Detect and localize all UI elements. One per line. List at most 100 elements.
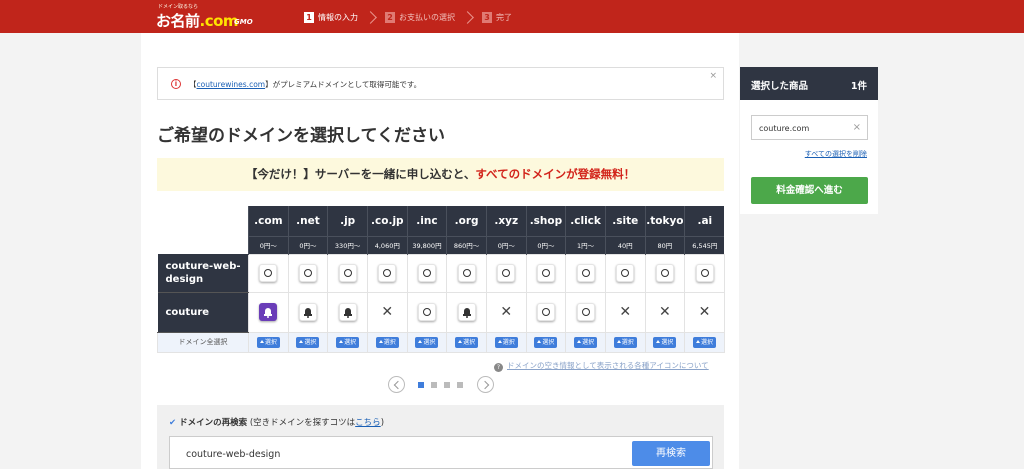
unavailable-x-icon: ✕	[659, 304, 671, 320]
research-input[interactable]: couture-web-design 再検索	[169, 436, 713, 469]
available-circle-icon[interactable]	[298, 264, 317, 282]
page-title: ご希望のドメインを選択してください	[157, 126, 445, 146]
check-icon: ✔	[169, 418, 177, 428]
remove-icon[interactable]: ×	[853, 122, 861, 133]
tld-header: .tokyo	[644, 206, 685, 236]
availability-cell	[446, 291, 487, 333]
available-circle-icon[interactable]	[338, 264, 357, 282]
available-circle-icon[interactable]	[695, 264, 714, 282]
select-column-button[interactable]: 選択	[693, 336, 717, 348]
select-column-button[interactable]: 選択	[574, 336, 598, 348]
promo-highlight: すべてのドメインが登録無料！	[475, 167, 636, 181]
tld-header: .inc	[406, 206, 447, 236]
available-circle-icon[interactable]	[497, 264, 516, 282]
info-icon: i	[171, 79, 181, 89]
select-button-label: 選択	[423, 338, 436, 346]
select-column-button[interactable]: 選択	[494, 336, 518, 348]
cart-title: 選択した商品	[751, 81, 809, 92]
select-column-button[interactable]: 選択	[256, 336, 280, 348]
availability-cell	[485, 253, 527, 293]
page-dot-4[interactable]	[457, 382, 463, 388]
unavailable-x-icon: ✕	[500, 304, 513, 320]
select-button-label: 選択	[582, 338, 595, 346]
page-dot-3[interactable]	[444, 382, 450, 388]
proceed-button[interactable]: 料金確認へ進む	[751, 177, 868, 204]
next-page-button[interactable]	[477, 376, 494, 393]
step-3-label: 完了	[496, 12, 512, 22]
logo-dotcom: .com	[199, 12, 239, 30]
cart-item: couture.com ×	[751, 115, 868, 140]
unavailable-x-icon: ✕	[698, 304, 711, 320]
select-column-button[interactable]: 選択	[336, 336, 360, 348]
availability-cell	[446, 253, 487, 293]
step-2-number: 2	[385, 11, 395, 23]
research-title: ドメインの再検索	[179, 418, 248, 428]
icon-help-link[interactable]: ? ドメインの空き情報として表示される各種アイコンについて	[494, 360, 709, 372]
research-section: ✔ ドメインの再検索 (空きドメインを探すコツはこちら) couture-web-…	[157, 405, 724, 469]
up-triangle-icon	[458, 339, 463, 343]
available-circle-icon[interactable]	[259, 264, 278, 282]
select-column-button[interactable]: 選択	[455, 336, 479, 348]
available-circle-icon[interactable]	[576, 264, 595, 282]
available-circle-icon[interactable]	[655, 264, 674, 282]
prev-page-button[interactable]	[388, 376, 405, 393]
step-3-number: 3	[482, 11, 492, 23]
tld-header: .shop	[525, 206, 566, 236]
tld-header: .xyz	[485, 206, 527, 236]
select-column-button[interactable]: 選択	[296, 336, 320, 348]
tips-link[interactable]: こちら	[355, 418, 381, 428]
select-column-cell: 選択	[327, 331, 368, 353]
unavailable-x-icon: ✕	[381, 304, 394, 320]
select-column-button[interactable]: 選択	[375, 336, 399, 348]
availability-cell	[565, 253, 606, 293]
select-column-button[interactable]: 選択	[534, 336, 558, 348]
bell-icon[interactable]	[338, 303, 357, 321]
available-circle-icon[interactable]	[378, 264, 397, 282]
available-circle-icon[interactable]	[457, 264, 476, 282]
tld-price: 80円	[644, 235, 685, 254]
select-button-label: 選択	[502, 338, 515, 346]
tld-price: 0円〜	[525, 235, 566, 254]
select-column-button[interactable]: 選択	[613, 336, 637, 348]
logo-mark: お名前.com	[156, 10, 239, 31]
notice-domain-link[interactable]: couturewines.com	[197, 80, 266, 89]
page-dot-1[interactable]	[418, 382, 424, 388]
available-circle-icon[interactable]	[576, 303, 595, 321]
availability-cell	[406, 291, 448, 333]
notice-text: 【couturewines.com】がプレミアムドメインとして取得可能です。	[189, 80, 422, 89]
select-button-label: 選択	[621, 338, 634, 346]
step-1-label: 情報の入力	[318, 12, 358, 22]
step-1: 1 情報の入力	[304, 11, 358, 23]
select-column-cell: 選択	[604, 331, 646, 353]
selected-bell-icon[interactable]	[259, 303, 278, 321]
up-triangle-icon	[656, 339, 661, 343]
select-column-cell: 選択	[485, 331, 527, 353]
tld-price: 1円〜	[565, 235, 606, 254]
page-dot-2[interactable]	[431, 382, 437, 388]
available-circle-icon[interactable]	[417, 264, 436, 282]
up-triangle-icon	[378, 339, 383, 343]
available-circle-icon[interactable]	[417, 303, 436, 321]
step-2-label: お支払いの選択	[399, 12, 455, 22]
availability-cell	[366, 253, 408, 293]
available-circle-icon[interactable]	[536, 264, 555, 282]
research-button[interactable]: 再検索	[632, 441, 710, 466]
step-1-number: 1	[304, 11, 314, 23]
up-triangle-icon	[497, 339, 502, 343]
close-icon[interactable]: ×	[709, 71, 717, 81]
select-button-label: 選択	[701, 338, 714, 346]
availability-cell: ✕	[604, 291, 646, 333]
clear-all-link[interactable]: すべての選択を削除	[805, 149, 867, 159]
available-circle-icon[interactable]	[616, 264, 635, 282]
availability-cell	[327, 253, 368, 293]
select-column-button[interactable]: 選択	[415, 336, 439, 348]
available-circle-icon[interactable]	[536, 303, 555, 321]
bell-icon[interactable]	[457, 303, 476, 321]
select-column-button[interactable]: 選択	[653, 336, 677, 348]
logo-tagline: ドメイン取るなら	[158, 4, 199, 10]
tld-header: .click	[565, 206, 606, 236]
research-input-value[interactable]: couture-web-design	[186, 449, 280, 460]
onamae-logo[interactable]: ドメイン取るなら お名前.com GMO	[156, 3, 262, 31]
bell-icon[interactable]	[298, 303, 317, 321]
cart-item-domain: couture.com	[759, 124, 810, 133]
